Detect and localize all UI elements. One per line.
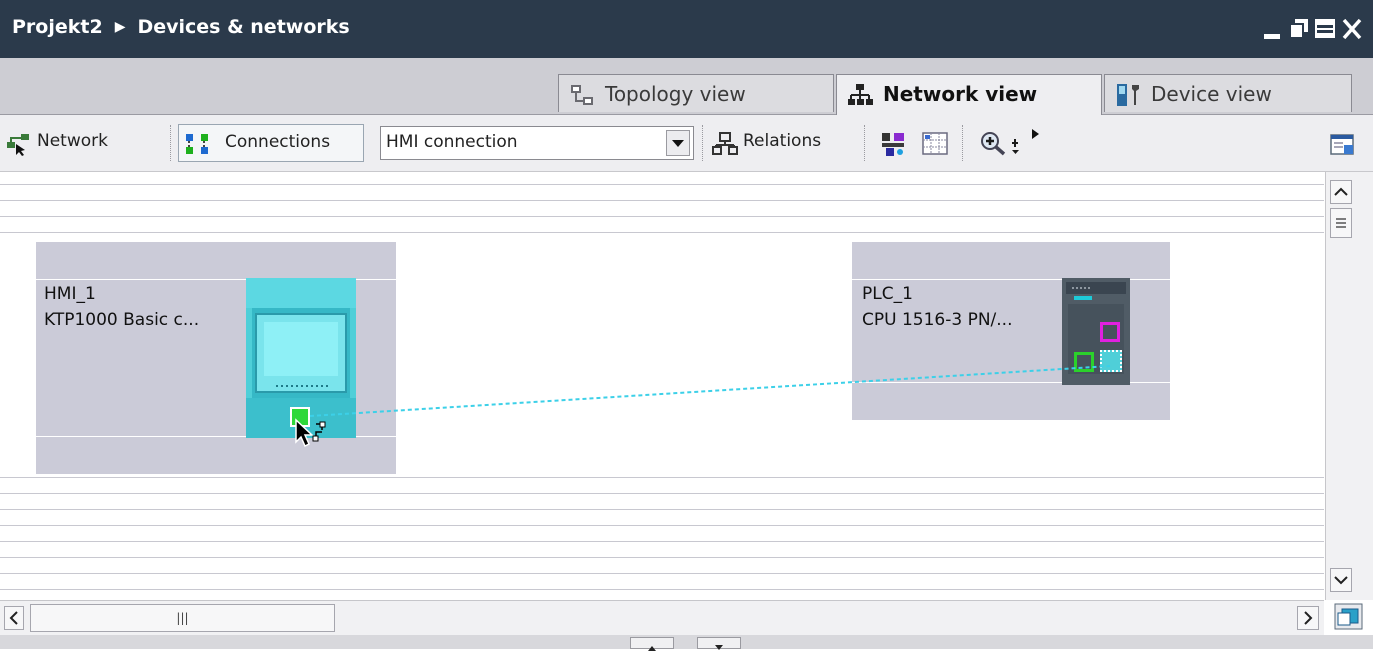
network-button[interactable]: Network <box>37 131 108 151</box>
network-toolbar: Network Connections HMI connection Relat… <box>0 115 1373 172</box>
connections-label: Connections <box>225 132 331 152</box>
tab-label: Device view <box>1151 82 1272 106</box>
zoom-in-icon[interactable] <box>980 131 1008 161</box>
toolbar-separator <box>702 125 703 161</box>
grid-table-icon[interactable] <box>922 132 950 160</box>
topology-icon <box>569 83 595 107</box>
tab-device-view[interactable]: Device view <box>1104 74 1352 112</box>
scroll-down-icon[interactable] <box>1330 568 1352 592</box>
collapse-up-icon[interactable] <box>630 637 674 651</box>
connection-type-select[interactable]: HMI connection <box>380 126 694 160</box>
tab-label: Topology view <box>605 82 746 106</box>
breadcrumb-section: Devices & networks <box>137 16 350 38</box>
hmi-connection-line[interactable] <box>0 172 1324 600</box>
minimize-icon[interactable] <box>1260 14 1286 42</box>
maximize-icon[interactable] <box>1312 14 1338 42</box>
tab-label: Network view <box>883 82 1038 106</box>
horizontal-scrollbar[interactable]: ||| <box>0 600 1324 635</box>
more-tools-arrow-icon[interactable] <box>1030 127 1042 147</box>
tab-network-view[interactable]: Network view <box>836 74 1102 115</box>
scroll-right-icon[interactable] <box>1297 606 1319 630</box>
toolbar-separator <box>170 125 171 161</box>
restore-icon[interactable] <box>1286 14 1312 42</box>
overview-panel-icon[interactable] <box>1330 133 1356 161</box>
horizontal-scroll-thumb[interactable]: ||| <box>30 604 335 632</box>
breadcrumb: Projekt2 ▶ Devices & networks <box>12 16 350 38</box>
vertical-scroll-thumb[interactable] <box>1330 208 1352 238</box>
expand-down-icon[interactable] <box>697 637 741 650</box>
tab-topology-view[interactable]: Topology view <box>558 74 834 112</box>
connections-icon <box>184 132 210 160</box>
device-icon <box>1115 83 1141 107</box>
vertical-scrollbar[interactable] <box>1325 172 1373 600</box>
relations-button[interactable]: Relations <box>743 131 821 151</box>
network-mode-icon[interactable] <box>6 132 32 160</box>
address-overview-icon[interactable] <box>880 131 908 161</box>
connection-type-value: HMI connection <box>386 132 518 152</box>
window-title-bar: Projekt2 ▶ Devices & networks <box>0 0 1373 58</box>
scroll-left-icon[interactable] <box>4 606 24 630</box>
overview-navigation-icon[interactable] <box>1334 603 1364 631</box>
toolbar-separator <box>864 125 865 161</box>
network-canvas[interactable]: HMI_1 KTP1000 Basic c... PLC_1 CPU 1516-… <box>0 172 1324 600</box>
editor-splitter[interactable] <box>0 635 1373 651</box>
breadcrumb-separator-icon: ▶ <box>114 19 126 35</box>
scroll-up-icon[interactable] <box>1330 180 1352 204</box>
toolbar-separator <box>962 125 963 161</box>
view-tabs: Topology view Network view Device view <box>0 58 1373 115</box>
connections-button[interactable]: Connections <box>178 124 364 162</box>
close-icon[interactable] <box>1340 14 1366 42</box>
zoom-dropdown-icon[interactable] <box>1011 135 1027 161</box>
relations-icon[interactable] <box>712 132 738 160</box>
breadcrumb-project[interactable]: Projekt2 <box>12 16 103 38</box>
network-icon <box>847 83 873 107</box>
chevron-down-icon[interactable] <box>666 130 690 156</box>
